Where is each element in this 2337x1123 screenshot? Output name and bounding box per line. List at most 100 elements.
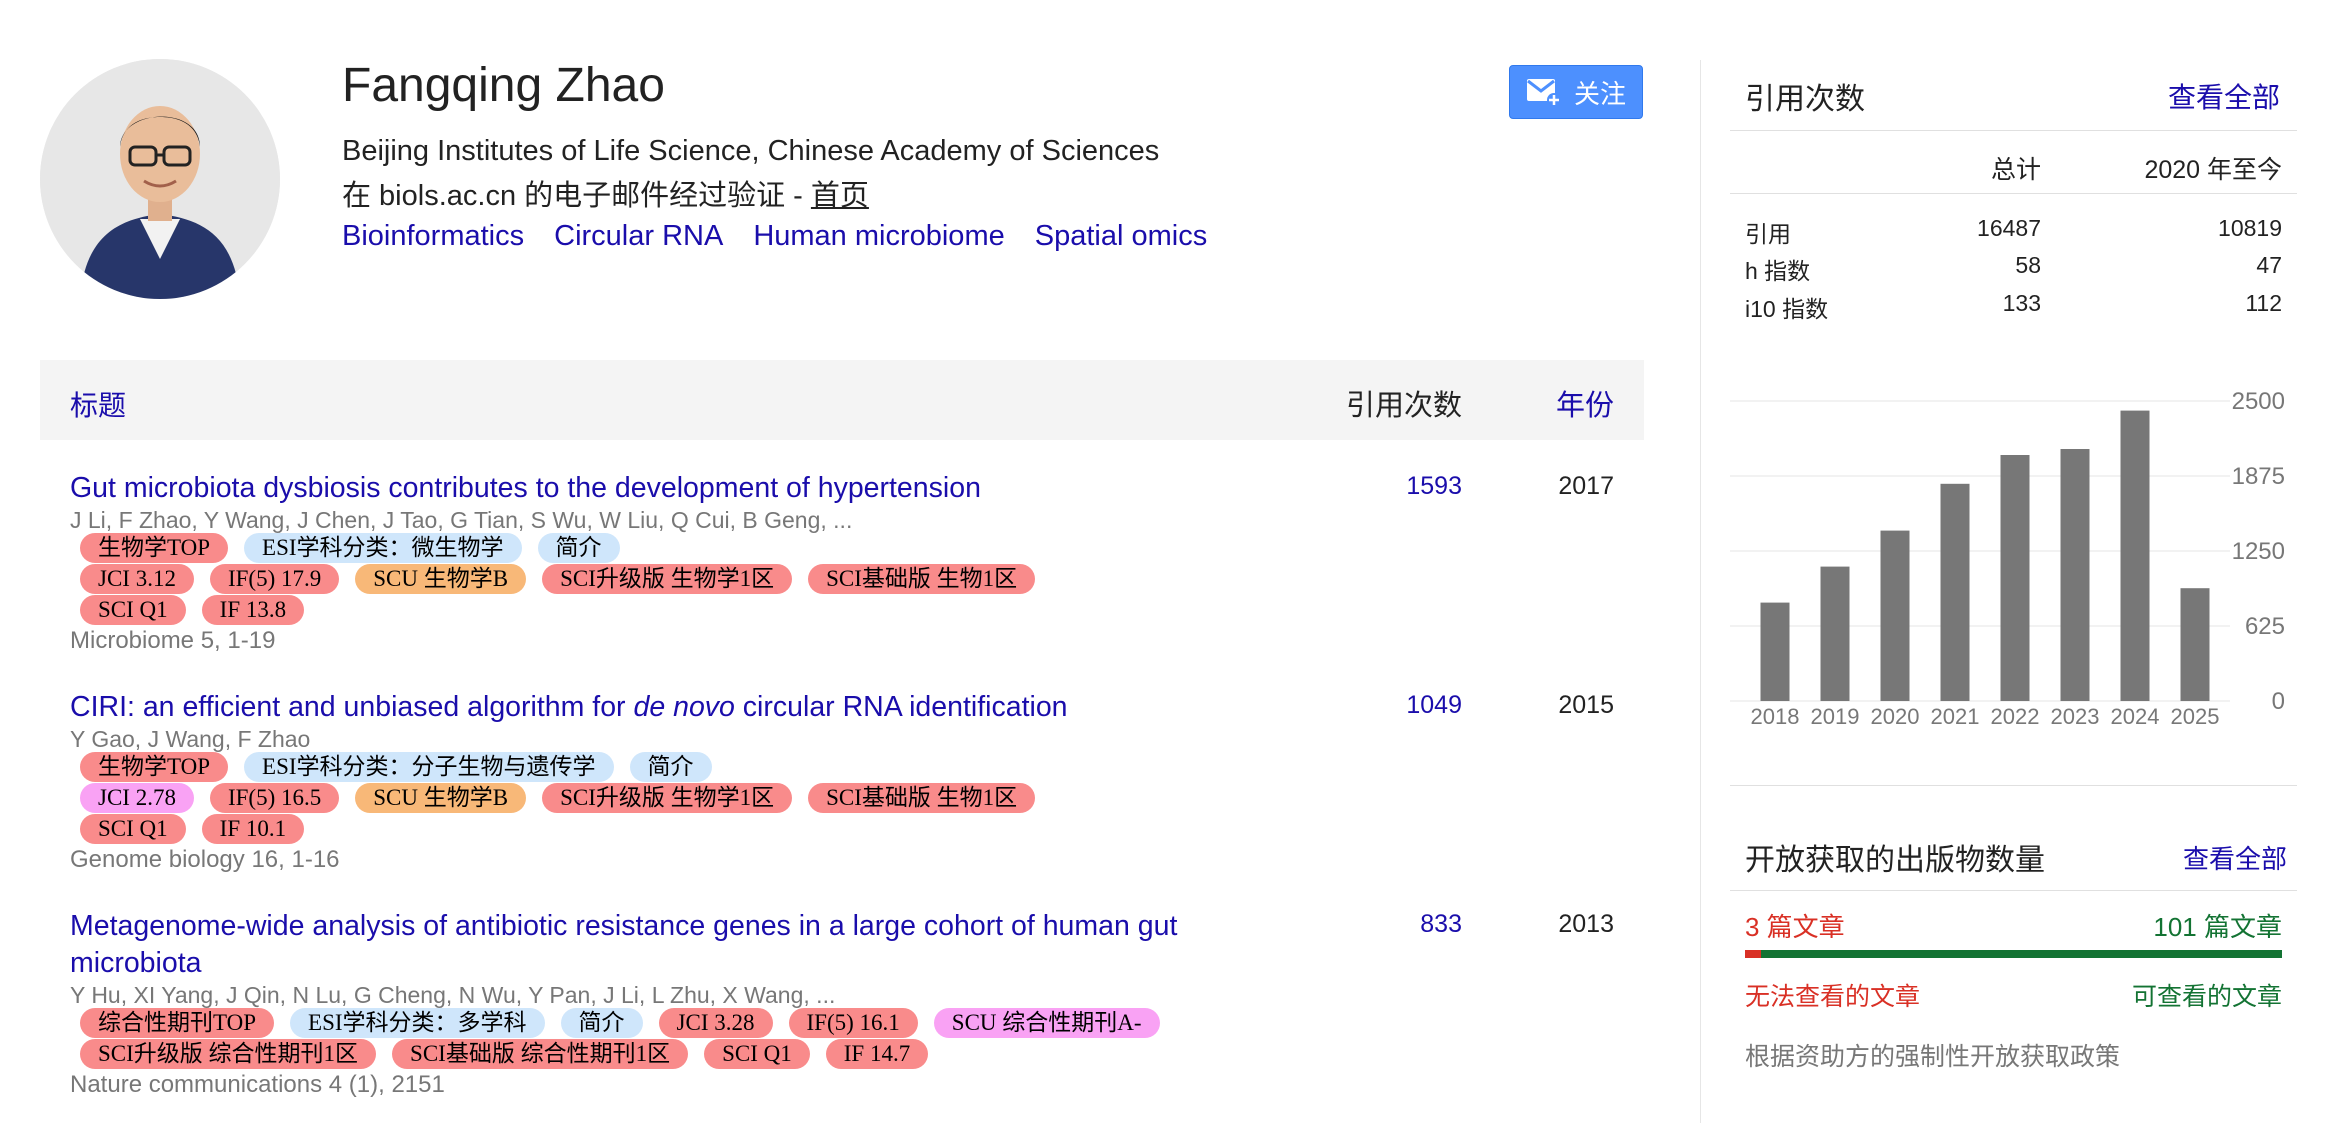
follow-button[interactable]: 关注 xyxy=(1509,65,1643,119)
profile-photo xyxy=(40,59,280,299)
column-header-title[interactable]: 标题 xyxy=(70,384,126,424)
divider xyxy=(1730,890,2297,891)
interest-link-bioinformatics[interactable]: Bioinformatics xyxy=(342,220,524,253)
column-header-year[interactable]: 年份 xyxy=(1556,382,1614,424)
stat-total: 58 xyxy=(2015,252,2041,278)
profile-name: Fangqing Zhao xyxy=(342,59,665,112)
open-access-view-all-link[interactable]: 查看全部 xyxy=(2183,839,2287,876)
chart-bar-2022[interactable] xyxy=(2000,455,2030,701)
available-count-link[interactable]: 101 篇文章 xyxy=(2153,907,2282,944)
journal-tags: 生物学TOP ESI学科分类：分子生物与遗传学 简介 JCI 2.78 IF(5… xyxy=(70,752,1644,845)
article-title-link[interactable]: Gut microbiota dysbiosis contributes to … xyxy=(70,470,1270,507)
journal-tag: IF 13.8 xyxy=(201,595,305,625)
unavailable-label: 无法查看的文章 xyxy=(1745,983,1921,1011)
journal-tag: IF 10.1 xyxy=(201,814,305,844)
profile-affiliation: Beijing Institutes of Life Science, Chin… xyxy=(342,135,1160,167)
chart-bar-2023[interactable] xyxy=(2060,449,2090,701)
journal-tag: JCI 3.28 xyxy=(658,1008,773,1038)
journal-tag: ESI学科分类：分子生物与遗传学 xyxy=(244,752,614,782)
journal-tag: ESI学科分类：多学科 xyxy=(290,1008,545,1038)
journal-intro-tag[interactable]: 简介 xyxy=(537,533,620,563)
journal-tag: SCI Q1 xyxy=(704,1039,810,1069)
article-title-link[interactable]: Metagenome-wide analysis of antibiotic r… xyxy=(70,908,1270,982)
journal-tag: SCI Q1 xyxy=(80,814,186,844)
citations-chart: 0 625 1250 1875 2500 2018 2019 2020 2021 2022 2023… xyxy=(1730,388,2285,729)
interest-link-spatial-omics[interactable]: Spatial omics xyxy=(1035,220,1207,253)
cited-by-count-link[interactable]: 1049 xyxy=(1406,691,1462,720)
chart-bar-2020[interactable] xyxy=(1880,530,1910,701)
journal-intro-tag[interactable]: 简介 xyxy=(560,1008,643,1038)
x-tick-label: 2022 xyxy=(1991,704,2040,729)
table-row: Metagenome-wide analysis of antibiotic r… xyxy=(70,908,1644,1100)
x-tick-label: 2021 xyxy=(1931,704,1980,729)
journal-tag: 生物学TOP xyxy=(80,533,229,563)
citations-view-all-link[interactable]: 查看全部 xyxy=(2168,76,2280,116)
chart-bar-2018[interactable] xyxy=(1760,602,1790,701)
journal-tag: SCU 生物学B xyxy=(355,564,527,594)
verification-text: 在 biols.ac.cn 的电子邮件经过验证 - xyxy=(342,180,811,212)
cited-by-count-link[interactable]: 833 xyxy=(1420,910,1462,939)
article-authors: J Li, F Zhao, Y Wang, J Chen, J Tao, G T… xyxy=(70,507,853,533)
x-tick-label: 2019 xyxy=(1811,704,1860,729)
open-access-title: 开放获取的出版物数量 xyxy=(1745,844,2045,877)
citations-col-total: 总计 xyxy=(1990,156,2041,184)
table-header: 标题 引用次数 年份 xyxy=(40,360,1644,440)
y-tick-label: 1250 xyxy=(2232,538,2285,565)
table-row: Gut microbiota dysbiosis contributes to … xyxy=(70,470,1644,656)
chart-bar-2024[interactable] xyxy=(2120,410,2150,701)
journal-tag: 生物学TOP xyxy=(80,752,229,782)
citations-col-since: 2020 年至今 xyxy=(2144,156,2282,184)
y-tick-label: 625 xyxy=(2245,613,2285,640)
journal-tag: SCI基础版 生物1区 xyxy=(808,564,1036,594)
article-year: 2015 xyxy=(1558,691,1614,719)
article-venue: Genome biology 16, 1-16 xyxy=(70,846,340,873)
article-authors: Y Gao, J Wang, F Zhao xyxy=(70,726,311,752)
title-emphasis: de novo xyxy=(633,691,735,723)
journal-tag: SCI基础版 生物1区 xyxy=(808,783,1036,813)
stat-label: h 指数 xyxy=(1745,258,1811,284)
article-authors: Y Hu, XI Yang, J Qin, N Lu, G Cheng, N W… xyxy=(70,982,836,1008)
x-tick-label: 2020 xyxy=(1871,704,1920,729)
stat-total: 133 xyxy=(2002,290,2041,316)
y-tick-label: 2500 xyxy=(2232,388,2285,415)
x-tick-label: 2018 xyxy=(1751,704,1800,729)
research-interests: Bioinformatics Circular RNA Human microb… xyxy=(342,220,1207,253)
unavailable-count-link[interactable]: 3 篇文章 xyxy=(1745,907,1845,944)
interest-link-circular-rna[interactable]: Circular RNA xyxy=(554,220,723,253)
available-label: 可查看的文章 xyxy=(2131,983,2282,1011)
journal-tag: SCI升级版 生物学1区 xyxy=(542,564,793,594)
citations-title: 引用次数 xyxy=(1745,83,1865,116)
stat-since: 10819 xyxy=(2218,215,2282,241)
x-tick-label: 2024 xyxy=(2111,704,2160,729)
stat-total: 16487 xyxy=(1977,215,2041,241)
table-row: CIRI: an efficient and unbiased algorith… xyxy=(70,689,1644,875)
interest-link-human-microbiome[interactable]: Human microbiome xyxy=(753,220,1004,253)
divider xyxy=(1730,785,2297,786)
title-part: circular RNA identification xyxy=(734,691,1068,723)
chart-bar-2025[interactable] xyxy=(2180,588,2210,701)
x-tick-label: 2025 xyxy=(2171,704,2220,729)
chart-bar-2021[interactable] xyxy=(1940,483,1970,701)
title-part: CIRI: an efficient and unbiased algorith… xyxy=(70,691,634,723)
journal-intro-tag[interactable]: 简介 xyxy=(629,752,712,782)
x-tick-label: 2023 xyxy=(2051,704,2100,729)
journal-tag: SCU 综合性期刊A- xyxy=(933,1008,1160,1038)
y-tick-label: 0 xyxy=(2272,688,2285,715)
cited-by-count-link[interactable]: 1593 xyxy=(1406,472,1462,501)
column-header-cited-by: 引用次数 xyxy=(1345,390,1462,422)
stat-label: 引用 xyxy=(1745,221,1791,247)
stat-since: 47 xyxy=(2256,252,2282,278)
chart-bar-2019[interactable] xyxy=(1820,566,1850,701)
open-access-bar-unavailable xyxy=(1745,950,1761,958)
journal-tag: SCI升级版 生物学1区 xyxy=(542,783,793,813)
mail-plus-icon xyxy=(1526,79,1561,107)
journal-tag: IF(5) 16.1 xyxy=(788,1008,918,1038)
journal-tag: JCI 3.12 xyxy=(80,564,194,594)
homepage-link[interactable]: 首页 xyxy=(811,180,869,212)
stat-label: i10 指数 xyxy=(1745,296,1829,322)
divider xyxy=(1730,193,2297,194)
avatar xyxy=(40,59,280,299)
article-title-link[interactable]: CIRI: an efficient and unbiased algorith… xyxy=(70,689,1270,726)
article-year: 2013 xyxy=(1558,910,1614,938)
divider xyxy=(1730,130,2297,131)
